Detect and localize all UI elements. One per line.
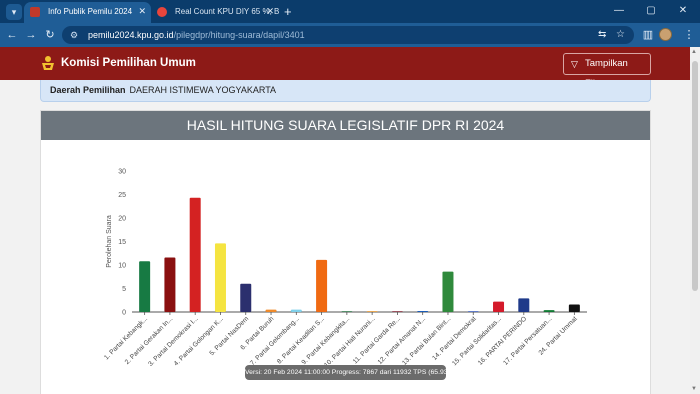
x-tick-label: 14. Partai Demokrat <box>431 315 478 362</box>
profile-avatar-icon[interactable] <box>659 28 672 41</box>
site-header: Komisi Pemilihan Umum ▽ Tampilkan Filter <box>0 47 690 89</box>
tab-title: Real Count KPU DIY 65 %, Beng <box>175 7 279 16</box>
x-tick-label: 3. Partai Demokrasi I... <box>147 315 199 367</box>
address-bar[interactable]: ⚙ pemilu2024.kpu.go.id/pilegdpr/hitung-s… <box>62 26 634 44</box>
results-card-title: HASIL HITUNG SUARA LEGISLATIF DPR RI 202… <box>41 111 650 140</box>
browser-tab-bar: ▾ Info Publik Pemilu 2024 ✕ Real Count K… <box>0 0 700 23</box>
x-tick-label: 7. Partai Gelombang... <box>249 315 301 367</box>
tab-title: Info Publik Pemilu 2024 <box>48 7 133 16</box>
tab-info-publik-pemilu[interactable]: Info Publik Pemilu 2024 ✕ <box>24 2 151 23</box>
x-tick-label: 8. Partai Keadilan S... <box>276 315 326 365</box>
scrollbar-thumb[interactable] <box>692 61 698 291</box>
window-close-button[interactable]: ✕ <box>667 0 699 23</box>
x-tick-label: 16. PARTAI PERINDO <box>477 315 528 366</box>
page-scrollbar[interactable]: ▲ ▼ <box>690 47 700 394</box>
close-tab-icon[interactable]: ✕ <box>138 2 146 21</box>
maximize-button[interactable]: ▢ <box>635 0 667 23</box>
url-host: pemilu2024.kpu.go.id <box>88 30 174 40</box>
bookmark-star-icon[interactable]: ☆ <box>616 29 625 41</box>
chart-bar <box>417 311 429 312</box>
chart-bar <box>265 309 277 312</box>
y-tick-label: 5 <box>122 286 126 293</box>
scroll-down-icon[interactable]: ▼ <box>691 386 697 392</box>
new-tab-button[interactable]: + <box>284 2 292 21</box>
chart-bar <box>467 311 479 312</box>
show-filter-button[interactable]: ▽ Tampilkan Filter <box>563 53 651 89</box>
y-tick-label: 25 <box>118 192 126 199</box>
translate-icon[interactable]: ⇆ <box>598 29 606 41</box>
vote-bar-chart: 0 5 10 15 20 25 30 Perolehan Suara 1. Partai Keb… <box>103 169 587 369</box>
browser-toolbar: ← → ↻ ⚙ pemilu2024.kpu.go.id/pilegdpr/hi… <box>0 23 700 47</box>
x-tick-label: 12. Partai Amanat N... <box>377 315 428 366</box>
chart-bar <box>316 259 328 312</box>
chart-bar <box>139 261 151 312</box>
browser-menu-icon[interactable]: ⋮ <box>681 27 697 43</box>
tab-search-icon[interactable]: ▾ <box>6 4 22 20</box>
y-tick-label: 30 <box>118 169 126 176</box>
minimize-button[interactable]: — <box>603 0 635 23</box>
close-tab-icon[interactable]: ✕ <box>266 2 274 21</box>
y-tick-label: 0 <box>122 310 126 317</box>
electoral-district-bar: Daerah Pemilihan DAERAH ISTIMEWA YOGYAKAR… <box>40 80 651 102</box>
brand-title[interactable]: Komisi Pemilihan Umum <box>61 47 196 80</box>
results-card: HASIL HITUNG SUARA LEGISLATIF DPR RI 202… <box>40 110 651 394</box>
chart-bar <box>391 311 403 312</box>
chart-bar <box>189 197 201 312</box>
chart-bar <box>493 301 505 312</box>
side-panel-icon[interactable]: ▥ <box>640 27 656 43</box>
district-label: Daerah Pemilihan <box>50 85 126 95</box>
x-tick-label: 17. Partai Persatuan... <box>502 315 553 366</box>
kpu-logo-icon[interactable] <box>40 55 56 72</box>
x-tick-label: 13. Partai Bulan Bint... <box>401 315 452 366</box>
x-tick-label: 4. Partai Golongan K... <box>173 315 225 367</box>
chart-bar <box>341 311 353 312</box>
chart-bar <box>366 311 378 312</box>
x-tick-label: 1. Partai Kebangk... <box>103 315 149 361</box>
chart-bar <box>518 298 530 312</box>
chart-bar <box>214 243 226 312</box>
version-progress-badge: Versi: 20 Feb 2024 11:00:00 Progress: 78… <box>245 365 456 380</box>
reload-icon[interactable]: ↻ <box>42 27 58 43</box>
filter-funnel-icon: ▽ <box>571 59 578 69</box>
back-arrow-icon[interactable]: ← <box>4 27 20 43</box>
scroll-up-icon[interactable]: ▲ <box>691 49 697 55</box>
chart-bar <box>543 310 555 312</box>
y-tick-label: 10 <box>118 263 126 270</box>
news-favicon-icon <box>157 7 167 17</box>
chart-bar <box>240 283 252 312</box>
chart-bar <box>442 271 454 312</box>
chart-bar <box>164 257 176 312</box>
chart-bar <box>290 309 302 312</box>
url-path: /pilegdpr/hitung-suara/dapil/3401 <box>173 30 305 40</box>
x-tick-label: 9. Partai Kebangkita... <box>300 315 351 366</box>
x-tick-label: 11. Partai Garda Re... <box>352 315 402 365</box>
forward-arrow-icon[interactable]: → <box>23 27 39 43</box>
x-tick-label: 15. Partai Solidaritas... <box>451 315 503 367</box>
y-tick-label: 15 <box>118 239 126 246</box>
site-settings-icon[interactable]: ⚙ <box>70 26 78 44</box>
chart-bar <box>568 304 580 312</box>
page-viewport: Komisi Pemilihan Umum ▽ Tampilkan Filter… <box>0 47 690 394</box>
y-axis-label: Perolehan Suara <box>106 215 113 268</box>
x-tick-label: 10. Partai Hati Nurani... <box>323 315 377 369</box>
district-value: DAERAH ISTIMEWA YOGYAKARTA <box>129 85 277 95</box>
y-tick-label: 20 <box>118 216 126 223</box>
tab-real-count-kpu-diy[interactable]: Real Count KPU DIY 65 %, Beng ✕ <box>151 2 279 23</box>
kpu-favicon-icon <box>30 7 40 17</box>
x-tick-label: 2. Partai Gerakan In... <box>124 315 175 366</box>
